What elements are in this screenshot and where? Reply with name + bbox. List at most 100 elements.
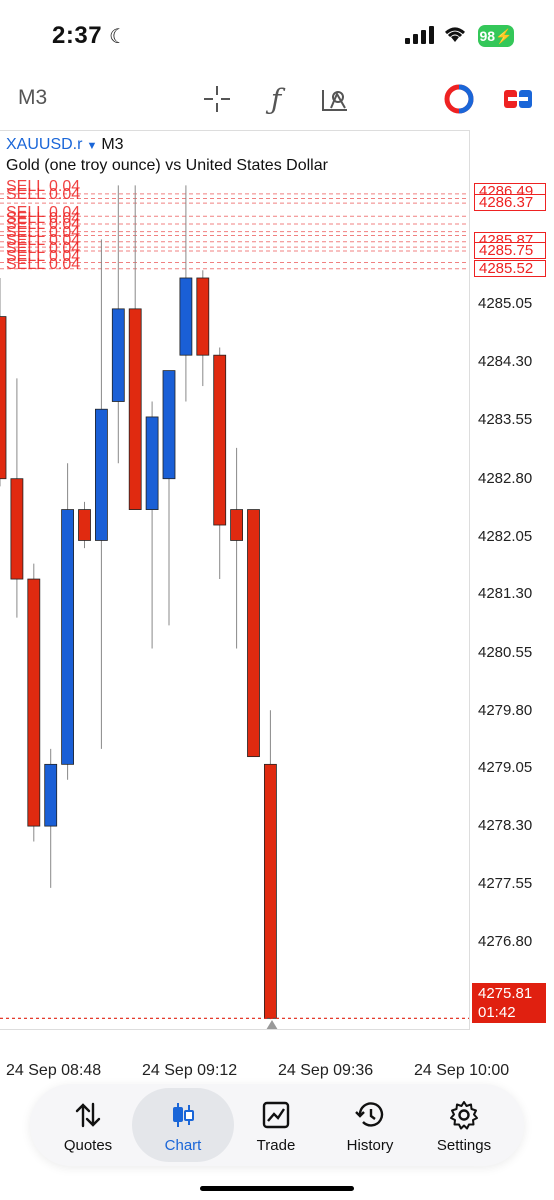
- candle-body: [263, 763, 277, 1019]
- time-axis[interactable]: 24 Sep 08:48 24 Sep 09:12 24 Sep 09:36 24 S…: [0, 1058, 554, 1082]
- candle-body: [179, 277, 193, 356]
- price-axis-label: 4281.30: [478, 585, 533, 602]
- trade-panel-icon: [504, 90, 532, 108]
- tab-label-settings: Settings: [436, 1137, 492, 1154]
- tab-label-quotes: Quotes: [63, 1137, 113, 1154]
- one-click-trading-icon: [444, 84, 474, 114]
- price-axis-label: 4280.55: [478, 644, 533, 661]
- one-click-trading-button[interactable]: [442, 82, 476, 116]
- candle: [95, 239, 108, 749]
- symbol-timeframe: M3: [101, 136, 124, 153]
- candle-body: [128, 308, 142, 510]
- time-axis-label: 24 Sep 08:48: [6, 1062, 102, 1079]
- candle: [162, 370, 176, 626]
- tab-label-chart: Chart: [164, 1137, 202, 1154]
- candle: [27, 563, 41, 842]
- order-label[interactable]: SELL 0.04: [6, 187, 80, 203]
- chart-symbol[interactable]: XAUUSD.r ▼ M3: [6, 136, 124, 154]
- candle-body: [78, 509, 91, 541]
- crosshair-icon: [204, 86, 230, 112]
- candle-body: [196, 277, 210, 356]
- tab-quotes[interactable]: Quotes: [40, 1084, 136, 1166]
- tab-settings[interactable]: Settings: [416, 1084, 512, 1166]
- price-axis-label: 4278.30: [478, 817, 533, 834]
- candle: [0, 277, 7, 487]
- candle-body: [111, 308, 125, 402]
- candle-body: [247, 509, 260, 758]
- function-icon: ƒ: [270, 82, 282, 116]
- timeframe-button[interactable]: M3: [18, 86, 47, 110]
- objects-icon: [322, 90, 347, 111]
- candle: [78, 501, 91, 549]
- candle: [196, 270, 210, 387]
- arrows-updown-icon: [75, 1102, 101, 1128]
- candle-body: [213, 354, 227, 526]
- gear-icon: [450, 1101, 478, 1130]
- status-time: 2:37: [52, 22, 103, 49]
- time-axis-label: 24 Sep 09:12: [142, 1062, 238, 1079]
- price-axis-label: 4283.55: [478, 411, 533, 428]
- candle: [10, 378, 24, 618]
- price-axis-label: 4282.80: [478, 470, 533, 487]
- price-axis-label: 4279.80: [478, 702, 533, 719]
- time-axis-label: 24 Sep 10:00: [414, 1062, 510, 1079]
- candle-body: [162, 370, 176, 480]
- cellular-signal-icon: [405, 26, 434, 44]
- tab-history[interactable]: History: [322, 1084, 418, 1166]
- candle-body: [95, 408, 108, 541]
- order-price-tag: 4285.52: [474, 260, 546, 277]
- trade-panel-button[interactable]: [501, 82, 535, 116]
- candle-body: [10, 478, 24, 580]
- history-icon: [355, 1102, 384, 1127]
- tab-label-history: History: [346, 1137, 394, 1154]
- candle-body: [0, 316, 7, 480]
- candle: [179, 185, 193, 402]
- candle-body: [44, 763, 58, 827]
- objects-button[interactable]: [318, 82, 352, 116]
- candles-icon: [173, 1103, 194, 1127]
- indicators-button[interactable]: ƒ: [259, 82, 293, 116]
- candle-body: [145, 416, 159, 510]
- price-axis[interactable]: 4285.05 4284.30 4283.55 4282.80 4282.05 4281.…: [470, 130, 554, 1030]
- status-bar: 2:37 ☾ 98 ⚡: [0, 0, 554, 70]
- price-axis-label: 4285.05: [478, 295, 533, 312]
- candle: [145, 401, 159, 649]
- trade-chart-icon: [262, 1101, 290, 1129]
- price-axis-label: 4279.05: [478, 759, 533, 776]
- tab-chart[interactable]: Chart: [132, 1088, 234, 1162]
- price-axis-label: 4276.80: [478, 933, 533, 950]
- candle-body: [230, 509, 244, 541]
- candle: [111, 185, 125, 464]
- price-axis-label: 4277.55: [478, 875, 533, 892]
- candle: [61, 463, 74, 780]
- current-price-value: 4275.81: [478, 985, 533, 1002]
- tab-label-trade: Trade: [256, 1137, 296, 1154]
- candle: [230, 447, 244, 649]
- candle: [213, 347, 227, 580]
- tab-trade[interactable]: Trade: [228, 1084, 324, 1166]
- order-label[interactable]: SELL 0.04: [6, 257, 80, 273]
- symbol-name[interactable]: XAUUSD.r: [6, 136, 82, 153]
- bar-countdown: 01:42: [478, 1004, 516, 1021]
- order-price-tag: 4285.75: [474, 242, 546, 259]
- bottom-tab-bar: Quotes Chart Trade History Settings: [30, 1084, 524, 1166]
- symbol-description: Gold (one troy ounce) vs United States D…: [6, 157, 328, 174]
- moon-icon: ☾: [109, 26, 127, 48]
- candle: [247, 509, 260, 758]
- battery-indicator: 98 ⚡: [478, 25, 514, 47]
- candle: [44, 748, 58, 888]
- price-axis-label: 4284.30: [478, 353, 533, 370]
- chart-shift-marker[interactable]: [266, 1020, 278, 1030]
- candle-body: [61, 509, 74, 765]
- home-indicator: [200, 1186, 354, 1191]
- order-price-tag: 4286.37: [474, 194, 546, 211]
- current-price-tag: 4275.81 01:42: [472, 983, 546, 1023]
- symbol-dropdown-icon[interactable]: ▼: [86, 140, 97, 152]
- time-axis-label: 24 Sep 09:36: [278, 1062, 374, 1079]
- crosshair-button[interactable]: [200, 82, 234, 116]
- candle: [263, 710, 277, 1020]
- wifi-icon: [445, 27, 465, 42]
- candle: [128, 185, 142, 510]
- price-axis-label: 4282.05: [478, 528, 533, 545]
- chart-area[interactable]: SELL 0.04 SELL 0.04 SELL 0.04 SELL 0.04 SELL…: [0, 130, 470, 1030]
